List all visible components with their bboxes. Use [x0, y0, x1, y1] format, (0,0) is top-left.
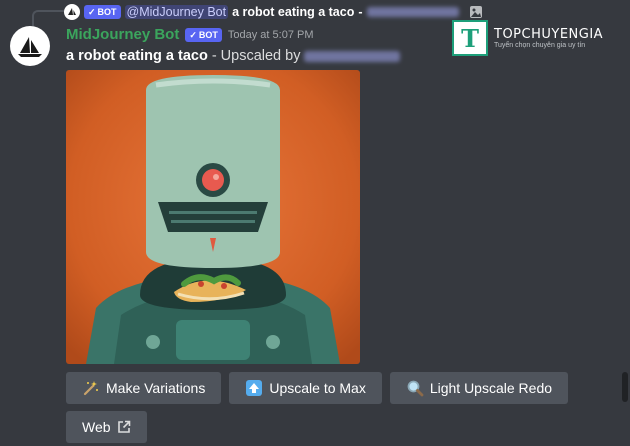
- watermark-title: TOPCHUYENGIA: [494, 27, 604, 42]
- reply-text: a robot eating a taco: [232, 5, 355, 19]
- check-icon: ✓: [88, 7, 96, 17]
- magnifier-icon: [407, 380, 424, 397]
- link-row: Web: [66, 411, 147, 443]
- upscale-to-max-label: Upscale to Max: [269, 380, 366, 396]
- reply-preview[interactable]: ✓ BOT @MidJourney Bot a robot eating a t…: [64, 4, 483, 20]
- watermark: T TOPCHUYENGIA Tuyển chọn chuyên gia uy …: [452, 20, 622, 56]
- timestamp: Today at 5:07 PM: [227, 28, 314, 41]
- up-arrow-icon: [246, 380, 263, 396]
- check-icon: ✓: [189, 29, 197, 40]
- blurred-username: [366, 7, 459, 17]
- upscaled-by-text: - Upscaled by: [211, 48, 301, 64]
- message-header: MidJourney Bot ✓ BOT Today at 5:07 PM: [66, 26, 314, 43]
- action-row: Make Variations Upscale to Max Light Ups…: [66, 372, 569, 404]
- bot-avatar[interactable]: [10, 26, 50, 66]
- web-link-button[interactable]: Web: [66, 411, 147, 443]
- prompt-text: a robot eating a taco: [66, 48, 208, 64]
- bot-tag: ✓ BOT: [185, 27, 222, 42]
- message-content: a robot eating a taco - Upscaled by: [66, 48, 401, 64]
- reply-mention[interactable]: @MidJourney Bot: [124, 5, 229, 19]
- scrollbar-thumb[interactable]: [622, 372, 628, 402]
- image-icon: [469, 6, 482, 18]
- make-variations-button[interactable]: Make Variations: [66, 372, 222, 404]
- light-upscale-redo-button[interactable]: Light Upscale Redo: [389, 372, 569, 404]
- sailboat-icon: [18, 37, 42, 57]
- watermark-subtitle: Tuyển chọn chuyên gia uy tín: [494, 42, 586, 49]
- reply-dash: -: [358, 5, 363, 19]
- reply-connector: [32, 10, 64, 26]
- username[interactable]: MidJourney Bot: [66, 26, 179, 43]
- web-label: Web: [82, 419, 111, 435]
- reply-bot-tag: ✓ BOT: [84, 5, 121, 19]
- upscale-to-max-button[interactable]: Upscale to Max: [229, 372, 382, 404]
- make-variations-label: Make Variations: [106, 380, 206, 396]
- light-upscale-redo-label: Light Upscale Redo: [429, 380, 553, 396]
- generated-image[interactable]: [66, 70, 360, 364]
- reply-avatar: [64, 4, 80, 20]
- external-link-icon: [117, 420, 130, 433]
- blurred-requester: [304, 50, 401, 62]
- watermark-logo: T: [452, 20, 488, 56]
- magic-wand-icon: [83, 381, 98, 396]
